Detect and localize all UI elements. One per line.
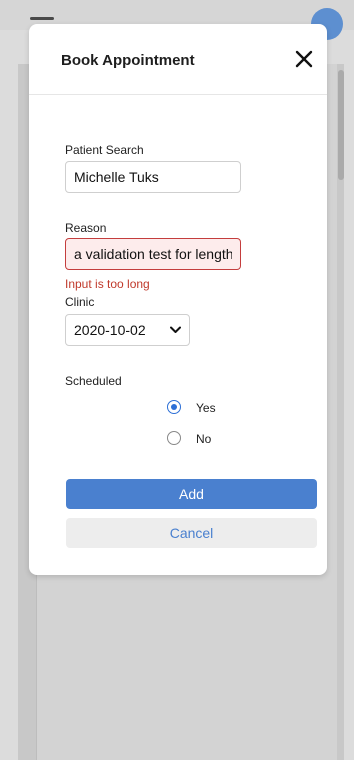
chevron-down-icon <box>170 326 181 333</box>
cancel-button[interactable]: Cancel <box>66 518 317 548</box>
patient-search-input[interactable] <box>65 161 241 193</box>
scheduled-option-no[interactable]: No <box>167 431 247 449</box>
reason-input[interactable] <box>65 238 241 270</box>
scheduled-option-yes[interactable]: Yes <box>167 400 247 418</box>
background-scrollbar <box>338 70 344 180</box>
close-icon[interactable] <box>291 46 317 72</box>
book-appointment-modal: Book Appointment Patient Search Reason I… <box>29 24 327 575</box>
clinic-select[interactable]: 2020-10-02 <box>65 314 190 346</box>
hamburger-menu-icon <box>30 17 54 20</box>
radio-label-yes: Yes <box>196 401 216 415</box>
radio-button-no[interactable] <box>167 431 181 445</box>
modal-header: Book Appointment <box>29 24 327 95</box>
patient-search-label: Patient Search <box>65 143 144 157</box>
reason-label: Reason <box>65 221 107 235</box>
scheduled-label: Scheduled <box>65 374 122 388</box>
radio-button-yes[interactable] <box>167 400 181 414</box>
modal-title: Book Appointment <box>61 52 195 69</box>
add-button[interactable]: Add <box>66 479 317 509</box>
radio-label-no: No <box>196 432 212 446</box>
reason-error-text: Input is too long <box>65 277 150 291</box>
clinic-label: Clinic <box>65 295 95 309</box>
clinic-selected-value: 2020-10-02 <box>74 322 146 338</box>
